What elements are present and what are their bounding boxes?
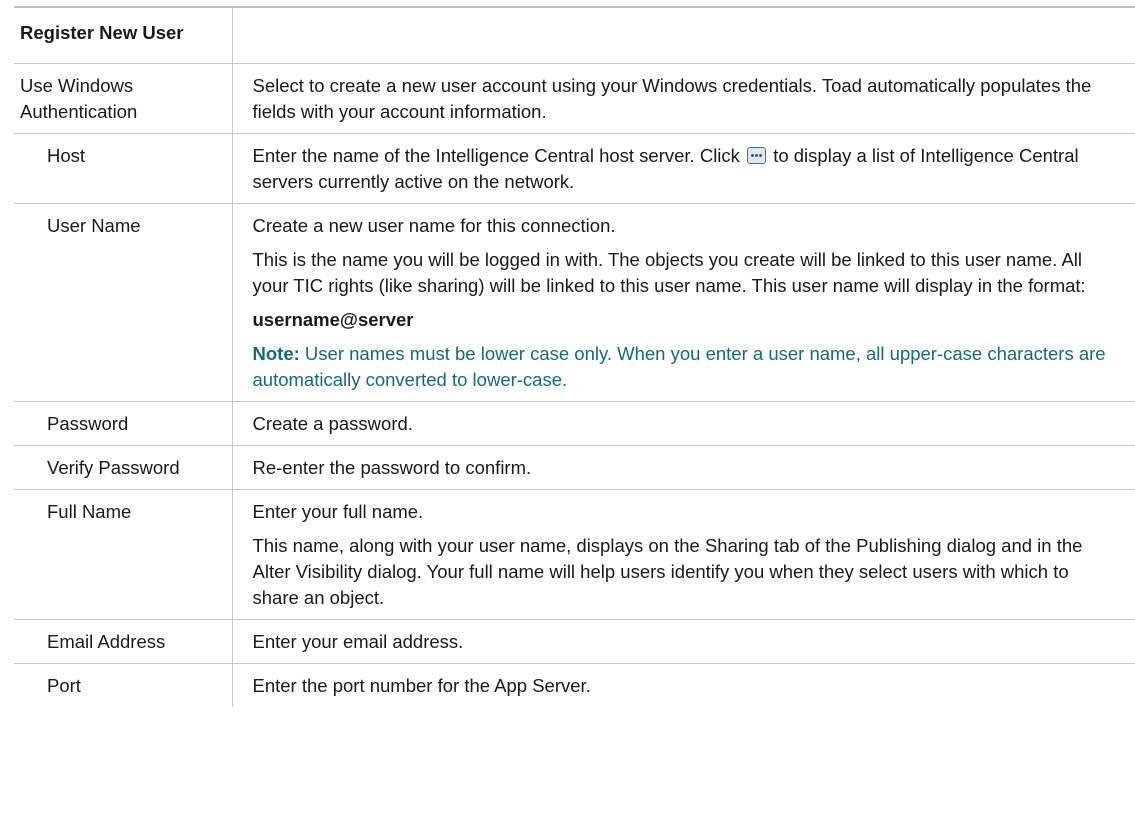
option-description: Enter the port number for the App Server… <box>232 663 1135 707</box>
description-text: Create a new user name for this connecti… <box>252 214 616 236</box>
option-description: Select to create a new user account usin… <box>232 63 1135 134</box>
option-label: Use Windows Authentication <box>14 63 233 134</box>
register-user-table: Register New User Use Windows Authentica… <box>14 6 1135 707</box>
option-label: Verify Password <box>14 445 233 490</box>
note-body: User names must be lower case only. When… <box>252 342 1106 390</box>
table-row-port: Port Enter the port number for the App S… <box>14 663 1135 707</box>
note-label: Note: <box>252 342 300 364</box>
header-description <box>232 6 1135 64</box>
option-label: User Name <box>14 203 233 402</box>
note-text: Note: User names must be lower case only… <box>253 341 1120 393</box>
option-description: Enter your email address. <box>232 619 1135 664</box>
description-text: This name, along with your user name, di… <box>252 534 1083 608</box>
description-text: Enter the port number for the App Server… <box>252 674 591 696</box>
description-text: Re-enter the password to confirm. <box>252 456 532 478</box>
table-header-row: Register New User <box>14 6 1135 64</box>
table-row-user-name: User Name Create a new user name for thi… <box>14 203 1135 402</box>
ellipsis-icon <box>747 146 767 164</box>
option-label: Port <box>14 663 233 707</box>
option-description: Re-enter the password to confirm. <box>232 445 1135 490</box>
table-row-password: Password Create a password. <box>14 401 1135 446</box>
description-text: Enter your full name. <box>252 500 424 522</box>
host-desc-before: Enter the name of the Intelligence Centr… <box>252 144 740 166</box>
option-label: Full Name <box>14 489 233 620</box>
description-text: Create a password. <box>252 412 413 434</box>
description-text: Enter the name of the Intelligence Centr… <box>253 143 1120 195</box>
table-row-full-name: Full Name Enter your full name. This nam… <box>14 489 1135 620</box>
table-row-windows-auth: Use Windows Authentication Select to cre… <box>14 63 1135 134</box>
option-label: Host <box>14 133 233 204</box>
table-row-host: Host Enter the name of the Intelligence … <box>14 133 1135 204</box>
username-format: username@server <box>252 308 414 330</box>
table-row-email: Email Address Enter your email address. <box>14 619 1135 664</box>
option-description: Create a password. <box>232 401 1135 446</box>
option-description: Enter the name of the Intelligence Centr… <box>232 133 1135 204</box>
option-label: Password <box>14 401 233 446</box>
option-description: Create a new user name for this connecti… <box>232 203 1135 402</box>
description-text: Enter your email address. <box>252 630 464 652</box>
description-text: This is the name you will be logged in w… <box>252 248 1086 296</box>
description-text: Select to create a new user account usin… <box>252 74 1092 122</box>
header-register-new-user: Register New User <box>14 6 233 64</box>
option-description: Enter your full name. This name, along w… <box>232 489 1135 620</box>
option-label: Email Address <box>14 619 233 664</box>
table-row-verify-password: Verify Password Re-enter the password to… <box>14 445 1135 490</box>
